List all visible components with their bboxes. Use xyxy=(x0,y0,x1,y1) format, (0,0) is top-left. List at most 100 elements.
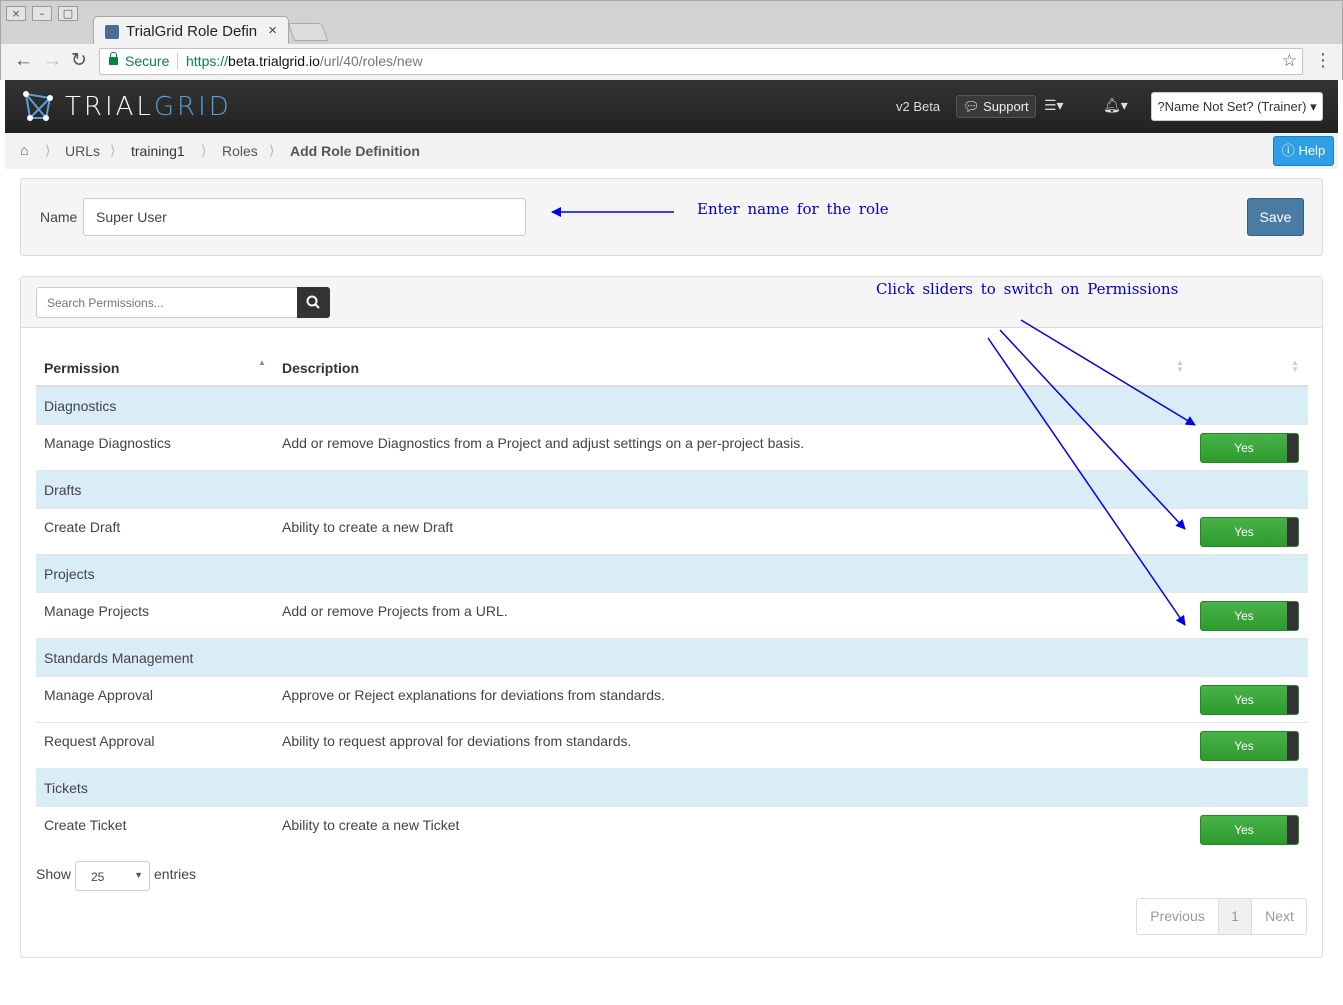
caret-down-icon: ▼ xyxy=(134,870,143,880)
brand-name[interactable]: TRIALGRID xyxy=(65,92,232,122)
tab-title: TrialGrid Role Defin xyxy=(126,23,258,40)
toggle-knob[interactable] xyxy=(1287,816,1298,844)
permission-description: Ability to create a new Draft xyxy=(282,519,454,535)
annotation-name-hint: Enter name for the role xyxy=(697,200,889,218)
toggle-label: Yes xyxy=(1234,609,1254,623)
toggle-label: Yes xyxy=(1234,823,1254,837)
breadcrumb-separator: ⟩ xyxy=(110,142,116,158)
sort-asc-icon[interactable]: ▲ xyxy=(258,359,266,367)
entries-select[interactable]: 25 ▼ xyxy=(75,861,150,891)
support-button[interactable]: 💬︎ Support xyxy=(956,95,1036,118)
permission-toggle[interactable]: Yes xyxy=(1200,731,1299,761)
role-name-input[interactable] xyxy=(83,198,526,236)
group-row-tickets: Tickets xyxy=(36,769,1308,807)
url-path: /url/40/roles/new xyxy=(319,53,423,69)
column-header-permission[interactable]: Permission xyxy=(44,360,119,376)
window-close-button[interactable]: ⨯ xyxy=(6,6,26,21)
trialgrid-logo-icon[interactable] xyxy=(20,88,56,124)
toggle-knob[interactable] xyxy=(1287,518,1298,546)
table-header: Permission ▲ Description ▲ ▼ ▲ ▼ xyxy=(36,350,1308,387)
brand-trial: TRIAL xyxy=(65,92,154,122)
home-icon[interactable]: ⌂ xyxy=(20,142,28,158)
entries-label: entries xyxy=(154,866,197,882)
breadcrumb-training1[interactable]: training1 xyxy=(131,143,185,159)
toggle-knob[interactable] xyxy=(1287,686,1298,714)
search-permissions-input[interactable] xyxy=(36,287,298,318)
permission-toggle[interactable]: Yes xyxy=(1200,685,1299,715)
permission-toggle[interactable]: Yes xyxy=(1200,601,1299,631)
toggle-label: Yes xyxy=(1234,739,1254,753)
toggle-knob[interactable] xyxy=(1287,732,1298,760)
breadcrumb-separator: ⟩ xyxy=(269,142,275,158)
breadcrumb-urls[interactable]: URLs xyxy=(65,143,100,159)
user-menu-button[interactable]: ?Name Not Set? (Trainer) ▾ xyxy=(1151,92,1323,121)
bell-icon[interactable]: 🔔︎▾ xyxy=(1103,97,1128,114)
url-bar[interactable]: Secure https://beta.trialgrid.io/url/40/… xyxy=(99,48,1303,75)
comments-icon: 💬︎ xyxy=(963,99,980,114)
breadcrumb-separator: ⟩ xyxy=(45,142,51,158)
toggle-label: Yes xyxy=(1234,525,1254,539)
browser-titlebar: ⨯ – □ TrialGrid Role Defin × xyxy=(0,0,1343,46)
group-label: Drafts xyxy=(44,482,82,498)
sort-both-icon[interactable]: ▲ ▼ xyxy=(1291,359,1299,374)
reload-icon[interactable]: ↻ xyxy=(71,50,87,72)
app-navbar: TRIALGRID v2 Beta 💬︎ Support ☰▾ 🔔︎▾ ?Nam… xyxy=(5,80,1338,133)
toggle-knob[interactable] xyxy=(1287,434,1298,462)
group-label: Diagnostics xyxy=(44,398,117,414)
tab-close-icon[interactable]: × xyxy=(268,22,277,39)
permission-name: Request Approval xyxy=(44,733,155,749)
table-row: Create Ticket Ability to create a new Ti… xyxy=(36,807,1308,853)
brand-grid: GRID xyxy=(153,92,232,122)
table-row: Request Approval Ability to request appr… xyxy=(36,723,1308,769)
permission-description: Ability to create a new Ticket xyxy=(282,817,460,833)
group-label: Projects xyxy=(44,566,95,582)
permission-toggle[interactable]: Yes xyxy=(1200,517,1299,547)
bookmark-star-icon[interactable]: ☆ xyxy=(1282,51,1297,71)
table-row: Create Draft Ability to create a new Dra… xyxy=(36,509,1308,555)
new-tab-button[interactable] xyxy=(287,23,329,41)
permission-name: Manage Projects xyxy=(44,603,150,619)
name-label: Name xyxy=(40,209,78,225)
question-circle-icon: ⓘ xyxy=(1281,143,1295,158)
next-page-button[interactable]: Next xyxy=(1252,899,1307,934)
toggle-label: Yes xyxy=(1234,441,1254,455)
permission-description: Ability to request approval for deviatio… xyxy=(282,733,632,749)
back-icon[interactable]: ← xyxy=(14,50,33,72)
window-minimize-button[interactable]: – xyxy=(32,6,52,21)
window-maximize-button[interactable]: □ xyxy=(58,6,78,21)
table-row: Manage Approval Approve or Reject explan… xyxy=(36,677,1308,723)
url-divider xyxy=(177,53,178,70)
permission-toggle[interactable]: Yes xyxy=(1200,433,1299,463)
save-button[interactable]: Save xyxy=(1247,198,1304,236)
version-label[interactable]: v2 Beta xyxy=(896,99,940,114)
help-label: Help xyxy=(1298,143,1326,158)
column-header-description[interactable]: Description xyxy=(282,360,359,376)
url-text[interactable]: https://beta.trialgrid.io/url/40/roles/n… xyxy=(186,53,423,69)
favicon-icon xyxy=(105,25,119,39)
user-label: ?Name Not Set? (Trainer) xyxy=(1157,99,1307,114)
search-button[interactable] xyxy=(297,287,330,318)
toggle-knob[interactable] xyxy=(1287,602,1298,630)
permission-toggle[interactable]: Yes xyxy=(1200,815,1299,845)
breadcrumb-separator: ⟩ xyxy=(201,142,207,158)
sort-both-icon[interactable]: ▲ ▼ xyxy=(1176,359,1184,374)
list-menu-icon[interactable]: ☰▾ xyxy=(1044,97,1064,114)
group-row-projects: Projects xyxy=(36,555,1308,593)
permission-name: Manage Approval xyxy=(44,687,153,703)
url-host: beta.trialgrid.io xyxy=(228,53,320,69)
browser-menu-icon[interactable]: ⋮ xyxy=(1314,50,1332,71)
pagination: Previous 1 Next xyxy=(1136,898,1307,935)
table-row: Manage Projects Add or remove Projects f… xyxy=(36,593,1308,639)
forward-icon[interactable]: → xyxy=(43,50,62,72)
breadcrumb-roles[interactable]: Roles xyxy=(222,143,258,159)
permission-description: Approve or Reject explanations for devia… xyxy=(282,687,665,703)
show-label: Show xyxy=(36,866,72,882)
help-button[interactable]: ⓘ Help xyxy=(1273,136,1334,166)
entries-value: 25 xyxy=(91,870,105,884)
previous-page-button[interactable]: Previous xyxy=(1137,899,1218,934)
address-bar: ← → ↻ Secure https://beta.trialgrid.io/u… xyxy=(0,44,1343,80)
browser-tab[interactable]: TrialGrid Role Defin × xyxy=(93,16,289,46)
permission-description: Add or remove Projects from a URL. xyxy=(282,603,508,619)
page-1-button[interactable]: 1 xyxy=(1218,899,1252,934)
group-row-drafts: Drafts xyxy=(36,471,1308,509)
